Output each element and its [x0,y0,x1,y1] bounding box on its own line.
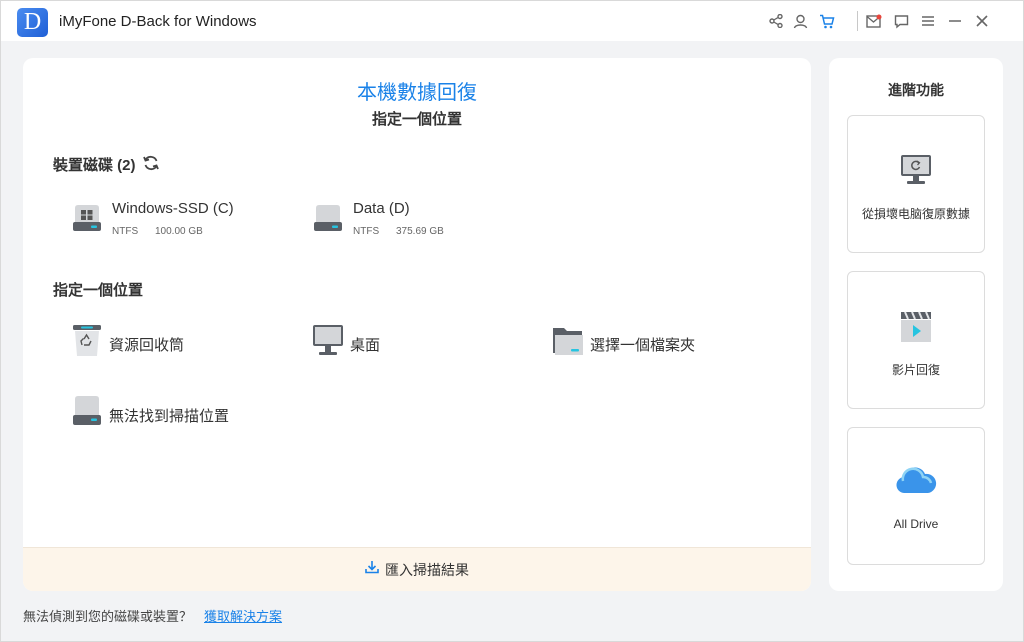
drive-filesystem: NTFS [112,226,139,237]
drive-size: 375.69 GB [396,226,444,237]
app-logo: D [17,8,48,37]
desktop-icon [312,325,344,362]
drive-icon [71,396,103,433]
share-icon[interactable] [767,12,785,30]
location-label: 選擇一個檔案夾 [590,337,696,354]
hard-drive-icon [312,202,344,239]
card-all-drive[interactable]: All Drive [847,427,985,565]
page-subtitle: 指定一個位置 [371,111,462,128]
drive-windows-ssd[interactable]: Windows-SSD (C) NTFS 100.00 GB [71,200,271,244]
feedback-icon[interactable] [892,12,910,30]
close-icon[interactable] [973,12,991,30]
import-scan-results-button[interactable]: 匯入掃描結果 [23,547,811,591]
refresh-icon[interactable] [142,154,160,172]
card-label: All Drive [893,517,939,531]
page-title: 本機數據回復 [357,82,477,104]
detection-help-note: 無法偵測到您的磁碟或裝置？ [23,609,193,624]
local-recovery-panel: 本機數據回復 指定一個位置 裝置磁碟 (2) Windows-SSD (C) N… [23,58,811,591]
download-icon [365,560,379,579]
drive-data[interactable]: Data (D) NTFS 375.69 GB [312,200,512,244]
crashed-computer-icon [848,154,984,186]
devices-section-label: 裝置磁碟 (2) [53,157,136,174]
cloud-icon [848,466,984,496]
windows-drive-icon [71,202,103,239]
import-label: 匯入掃描結果 [385,561,469,578]
location-label: 無法找到掃描位置 [109,408,230,425]
mail-icon[interactable] [865,12,883,30]
recycle-bin-icon [71,325,103,362]
card-label: 從損壞电脑復原數據 [861,207,970,221]
app-window: D iMyFone D-Back for Windows 本機數據回復 指定一個… [0,0,1024,642]
advanced-features-panel: 進階功能 從損壞电脑復原數據 影片回復 All Drive [829,58,1003,591]
user-icon[interactable] [791,12,809,30]
minimize-icon[interactable] [946,12,964,30]
toolbar-separator [857,11,858,31]
drive-size: 100.00 GB [155,226,203,237]
get-solution-link[interactable]: 獲取解決方案 [204,606,282,625]
drive-name: Data (D) [353,200,410,217]
drive-name: Windows-SSD (C) [112,200,234,217]
side-title: 進階功能 [888,82,944,98]
card-label: 影片回復 [891,363,940,377]
menu-icon[interactable] [919,12,937,30]
card-crashed-computer[interactable]: 從損壞电脑復原數據 [847,115,985,253]
title-bar: D iMyFone D-Back for Windows [1,1,1023,41]
location-label: 桌面 [350,337,381,354]
location-label: 資源回收筒 [109,337,185,354]
folder-icon [552,325,584,362]
drive-filesystem: NTFS [353,226,380,237]
locations-section-label: 指定一個位置 [53,282,144,299]
cart-icon[interactable] [818,12,836,30]
card-video-recovery[interactable]: 影片回復 [847,271,985,409]
app-title: iMyFone D-Back for Windows [59,13,257,30]
video-clapper-icon [848,310,984,344]
